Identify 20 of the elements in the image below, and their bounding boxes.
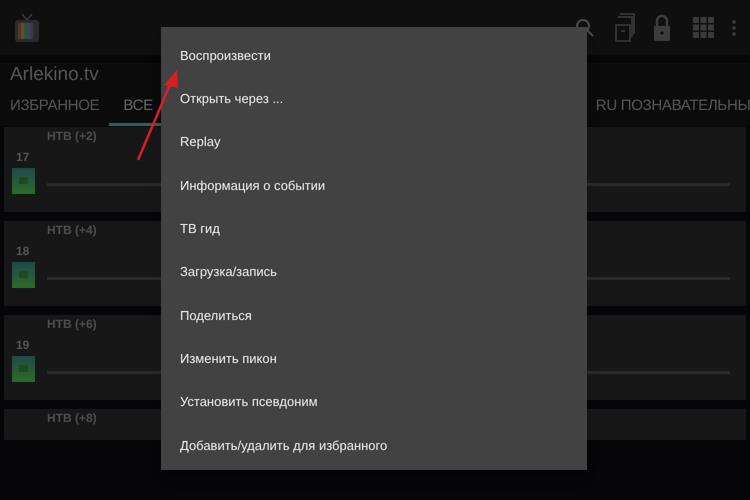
menu-item[interactable]: Изменить пикон xyxy=(161,337,587,380)
app-title: Arlekino.tv xyxy=(10,63,99,87)
menu-item[interactable]: Загрузка/запись xyxy=(161,250,587,294)
channel-number: 19 xyxy=(16,337,30,354)
menu-item[interactable]: Поделиться xyxy=(161,294,587,338)
channel-logo xyxy=(12,168,35,194)
lock-icon[interactable] xyxy=(653,14,671,42)
menu-item[interactable]: Информация о событии xyxy=(161,164,587,208)
channel-number: 17 xyxy=(16,149,30,166)
menu-item[interactable]: ТВ гид xyxy=(161,207,587,250)
menu-item[interactable]: Установить псевдоним xyxy=(161,380,587,424)
channel-logo xyxy=(12,262,35,288)
more-icon[interactable] xyxy=(732,20,736,36)
channel-logo xyxy=(12,356,35,382)
archive-icon[interactable] xyxy=(615,12,637,42)
tv-icon xyxy=(14,12,40,42)
menu-item[interactable]: Воспроизвести xyxy=(161,34,587,78)
channel-number: 18 xyxy=(16,243,30,260)
grid-icon[interactable] xyxy=(693,17,714,38)
menu-item[interactable]: Добавить/удалить для избранного xyxy=(161,424,587,467)
